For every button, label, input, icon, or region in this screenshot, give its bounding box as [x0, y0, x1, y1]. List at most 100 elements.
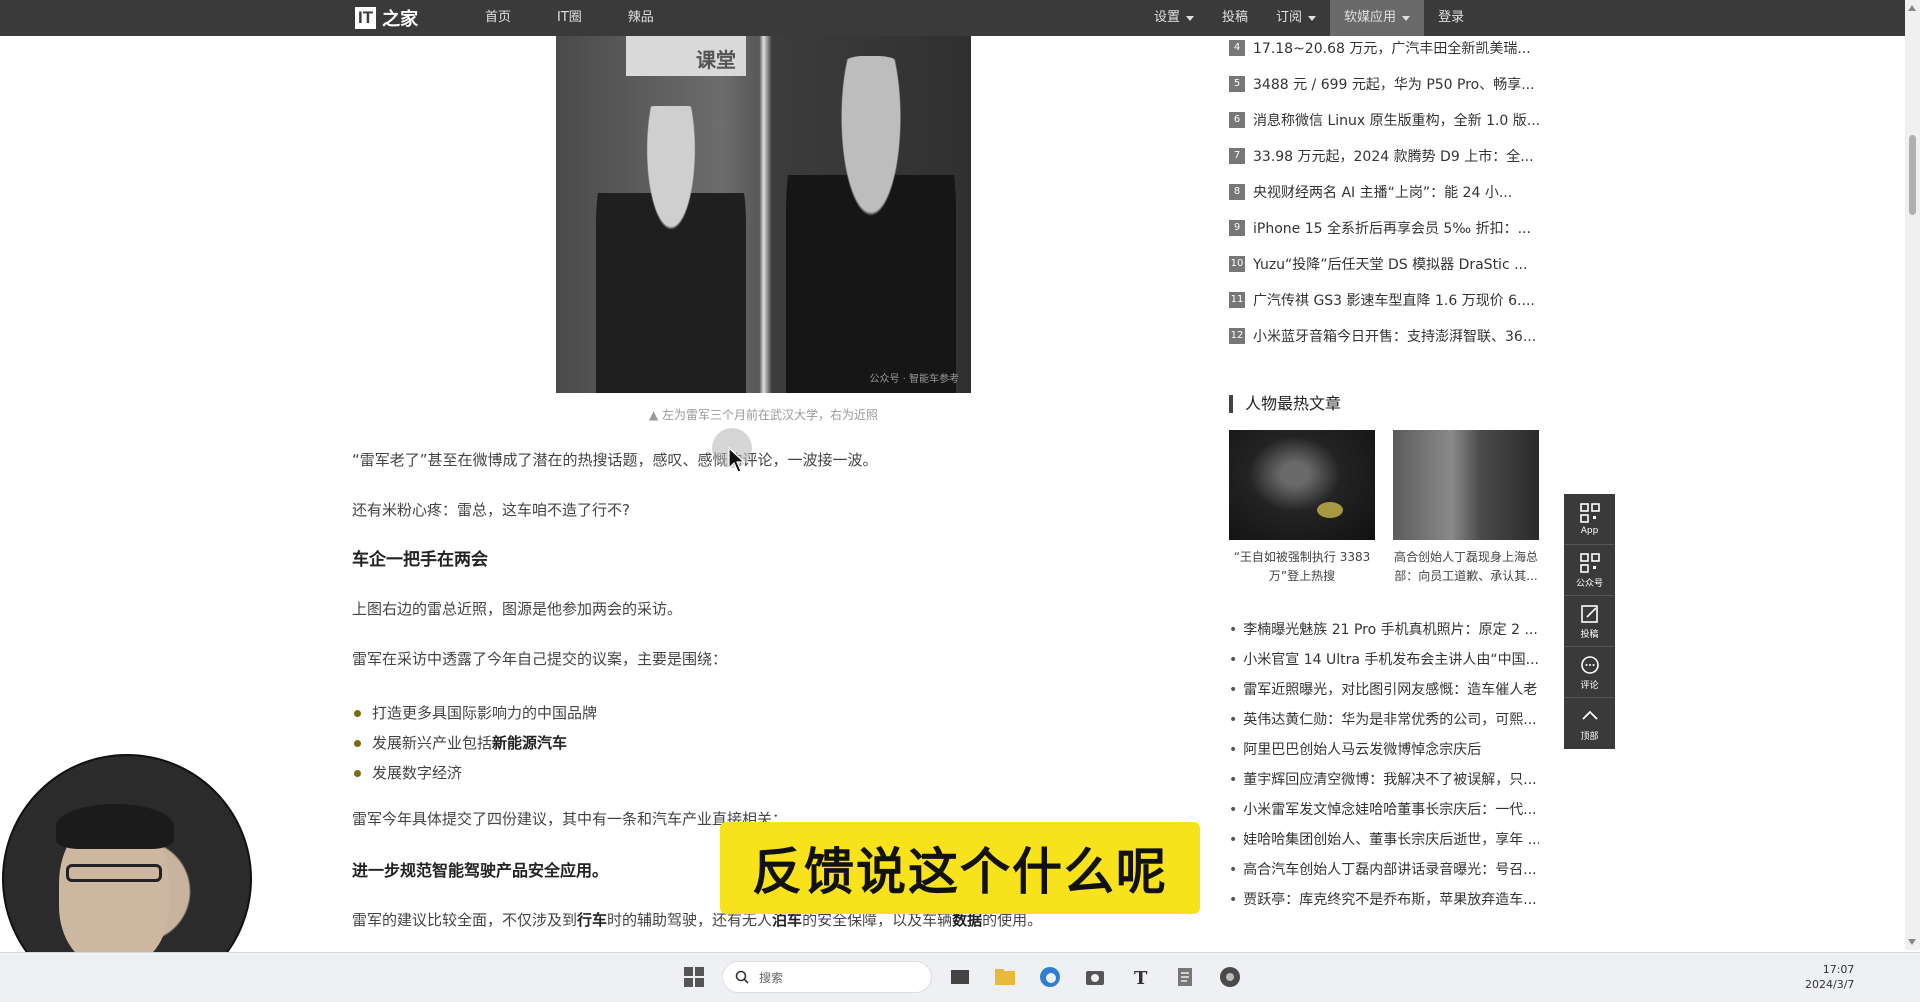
screen: IT 之家 首页 IT圈 辣品 设置 投稿 订阅 软媒应用 登录 课堂 公众号 …: [0, 0, 1920, 1002]
news-link[interactable]: 小米雷军发文悼念娃哈哈董事长宗庆后：一代...: [1229, 795, 1539, 825]
chevron-down-icon: [1308, 15, 1317, 21]
rank-item[interactable]: 5 3488 元 / 699 元起，华为 P50 Pro、畅享...: [1229, 66, 1539, 102]
rank-title[interactable]: Yuzu“投降”后任天堂 DS 模拟器 DraStic ...: [1253, 254, 1527, 274]
rank-item[interactable]: 10 Yuzu“投降”后任天堂 DS 模拟器 DraStic ...: [1229, 246, 1539, 282]
site-logo[interactable]: IT 之家: [355, 6, 418, 30]
taskbar: 搜索 T 17:07 2024/3/7: [0, 952, 1920, 1002]
photo-watermark: 公众号 · 智能车参考: [869, 374, 959, 385]
system-clock[interactable]: 17:07 2024/3/7: [1805, 962, 1854, 992]
chrome-icon[interactable]: [1218, 965, 1242, 989]
news-link[interactable]: 高合汽车创始人丁磊内部讲话录音曝光：号召...: [1229, 855, 1539, 885]
qrcode-icon: [1579, 552, 1600, 573]
rank-item[interactable]: 12 小米蓝牙音箱今日开售：支持澎湃智联、36...: [1229, 318, 1539, 354]
floating-toolbar: App 公众号 投稿 评论 顶部: [1564, 494, 1615, 749]
hot-card-thumbnail[interactable]: [1393, 430, 1539, 540]
edit-icon: [1580, 604, 1598, 623]
rank-item[interactable]: 8 央视财经两名 AI 主播“上岗”：能 24 小...: [1229, 174, 1539, 210]
rank-number: 7: [1229, 148, 1245, 164]
news-link[interactable]: 英伟达黄仁勋：华为是非常优秀的公司，可熙...: [1229, 705, 1539, 735]
scroll-thumb[interactable]: [1909, 135, 1916, 215]
rank-number: 5: [1229, 76, 1245, 92]
news-link[interactable]: 娃哈哈集团创始人、董事长宗庆后逝世，享年 ...: [1229, 825, 1539, 855]
hot-card-thumbnail[interactable]: [1229, 430, 1375, 540]
bullet-text: 发展数字经济: [372, 764, 463, 782]
comment-button[interactable]: 评论: [1564, 647, 1615, 698]
photo-left-person: [596, 106, 746, 393]
rank-title[interactable]: 央视财经两名 AI 主播“上岗”：能 24 小...: [1253, 182, 1512, 202]
rank-item[interactable]: 4 17.18~20.68 万元，广汽丰田全新凯美瑞...: [1229, 30, 1539, 66]
rank-item[interactable]: 6 消息称微信 Linux 原生版重构，全新 1.0 版...: [1229, 102, 1539, 138]
list-item: 发展新兴产业包括新能源汽车: [352, 728, 597, 758]
comment-icon: [1580, 655, 1599, 674]
app-icon[interactable]: [948, 965, 972, 989]
list-item: 打造更多具国际影响力的中国品牌: [352, 698, 597, 728]
hot-card-caption[interactable]: “王自如被强制执行 3383 万”登上热搜: [1229, 548, 1375, 586]
rank-title[interactable]: 广汽传祺 GS3 影速车型直降 1.6 万现价 6....: [1253, 290, 1535, 310]
taskbar-search[interactable]: 搜索: [722, 961, 932, 993]
search-icon: [735, 970, 749, 984]
caption-line: 万”登上热搜: [1268, 569, 1336, 583]
nav-settings-label: 设置: [1154, 10, 1181, 25]
video-subtitle: 反馈说这个什么呢: [720, 822, 1200, 914]
rank-title[interactable]: 3488 元 / 699 元起，华为 P50 Pro、畅享...: [1253, 74, 1535, 94]
article-photo: 课堂 公众号 · 智能车参考: [556, 36, 971, 393]
article-heading-1: 车企一把手在两会: [352, 550, 488, 570]
caption-line: 部：向员工道歉、承认其...: [1394, 569, 1538, 583]
tool-label: App: [1580, 526, 1599, 536]
hot-card[interactable]: 高合创始人丁磊现身上海总 部：向员工道歉、承认其...: [1393, 430, 1539, 586]
news-link[interactable]: 董宇辉回应清空微博：我解决不了被误解，只...: [1229, 765, 1539, 795]
camera-app-icon[interactable]: [1083, 965, 1107, 989]
nav-home[interactable]: 首页: [485, 0, 511, 36]
rank-title[interactable]: 17.18~20.68 万元，广汽丰田全新凯美瑞...: [1253, 38, 1531, 58]
scroll-up-icon[interactable]: [1908, 5, 1916, 11]
mouse-cursor-icon: [728, 447, 746, 473]
rank-title[interactable]: 小米蓝牙音箱今日开售：支持澎湃智联、36...: [1253, 326, 1536, 346]
nav-lapin[interactable]: 辣品: [628, 0, 654, 36]
rank-list: 4 17.18~20.68 万元，广汽丰田全新凯美瑞... 5 3488 元 / 6…: [1229, 30, 1539, 354]
clock-date: 2024/3/7: [1805, 978, 1855, 991]
article-bullet-list: 打造更多具国际影响力的中国品牌 发展新兴产业包括新能源汽车 发展数字经济: [352, 698, 597, 788]
text-app-icon[interactable]: T: [1128, 965, 1152, 989]
logo-zh: 之家: [382, 9, 419, 30]
photo-right-person: [786, 56, 956, 393]
news-link[interactable]: 小米官宣 14 Ultra 手机发布会主讲人由“中国...: [1229, 645, 1539, 675]
photo-caption: ▲ 左为雷军三个月前在武汉大学，右为近照: [648, 408, 879, 422]
rank-number: 10: [1229, 256, 1245, 272]
windows-start-icon[interactable]: [682, 965, 706, 989]
news-list: 李楠曝光魅族 21 Pro 手机真机照片：原定 2 ... 小米官宣 14 Ul…: [1229, 615, 1539, 915]
news-link[interactable]: 李楠曝光魅族 21 Pro 手机真机照片：原定 2 ...: [1229, 615, 1539, 645]
para6-bold: 行车: [577, 911, 608, 929]
page-scrollbar[interactable]: [1905, 0, 1920, 950]
news-link[interactable]: 雷军近照曝光，对比图引网友感慨：造车催人老: [1229, 675, 1539, 705]
webcam-hair: [56, 804, 174, 849]
tool-label: 顶部: [1580, 732, 1599, 742]
article-heading-2: 进一步规范智能驾驶产品安全应用。: [352, 861, 609, 880]
hot-card-caption[interactable]: 高合创始人丁磊现身上海总 部：向员工道歉、承认其...: [1393, 548, 1539, 586]
chevron-down-icon: [1402, 15, 1411, 21]
news-link[interactable]: 贾跃亭：库克终究不是乔布斯，苹果放弃造车...: [1229, 885, 1539, 915]
rank-title[interactable]: 消息称微信 Linux 原生版重构，全新 1.0 版...: [1253, 110, 1539, 130]
chevron-down-icon: [1186, 15, 1195, 21]
notepad-icon[interactable]: [1173, 965, 1197, 989]
clock-time: 17:07: [1822, 963, 1855, 976]
scroll-down-icon[interactable]: [1908, 939, 1916, 945]
qrcode-icon: [1579, 503, 1600, 523]
rank-item[interactable]: 7 33.98 万元起，2024 款腾势 D9 上市：全...: [1229, 138, 1539, 174]
rank-number: 12: [1229, 328, 1245, 344]
news-link[interactable]: 阿里巴巴创始人马云发微博悼念宗庆后: [1229, 735, 1539, 765]
rank-item[interactable]: 11 广汽传祺 GS3 影速车型直降 1.6 万现价 6....: [1229, 282, 1539, 318]
nav-settings[interactable]: 设置: [1140, 0, 1208, 36]
wechat-button[interactable]: 公众号: [1564, 545, 1615, 596]
tool-label: 投稿: [1580, 629, 1599, 640]
rank-title[interactable]: 33.98 万元起，2024 款腾势 D9 上市：全...: [1253, 146, 1534, 166]
nav-it-circle[interactable]: IT圈: [557, 0, 582, 36]
top-nav-bar: IT 之家 首页 IT圈 辣品 设置 投稿 订阅 软媒应用 登录: [0, 0, 1920, 36]
back-to-top-button[interactable]: 顶部: [1564, 698, 1615, 749]
submit-button[interactable]: 投稿: [1564, 596, 1615, 647]
rank-title[interactable]: iPhone 15 全系折后再享会员 5‰ 折扣：...: [1253, 218, 1531, 238]
file-explorer-icon[interactable]: [993, 965, 1017, 989]
hot-card[interactable]: “王自如被强制执行 3383 万”登上热搜: [1229, 430, 1375, 586]
rank-item[interactable]: 9 iPhone 15 全系折后再享会员 5‰ 折扣：...: [1229, 210, 1539, 246]
app-button[interactable]: App: [1564, 494, 1615, 545]
edge-browser-icon[interactable]: [1038, 965, 1062, 989]
